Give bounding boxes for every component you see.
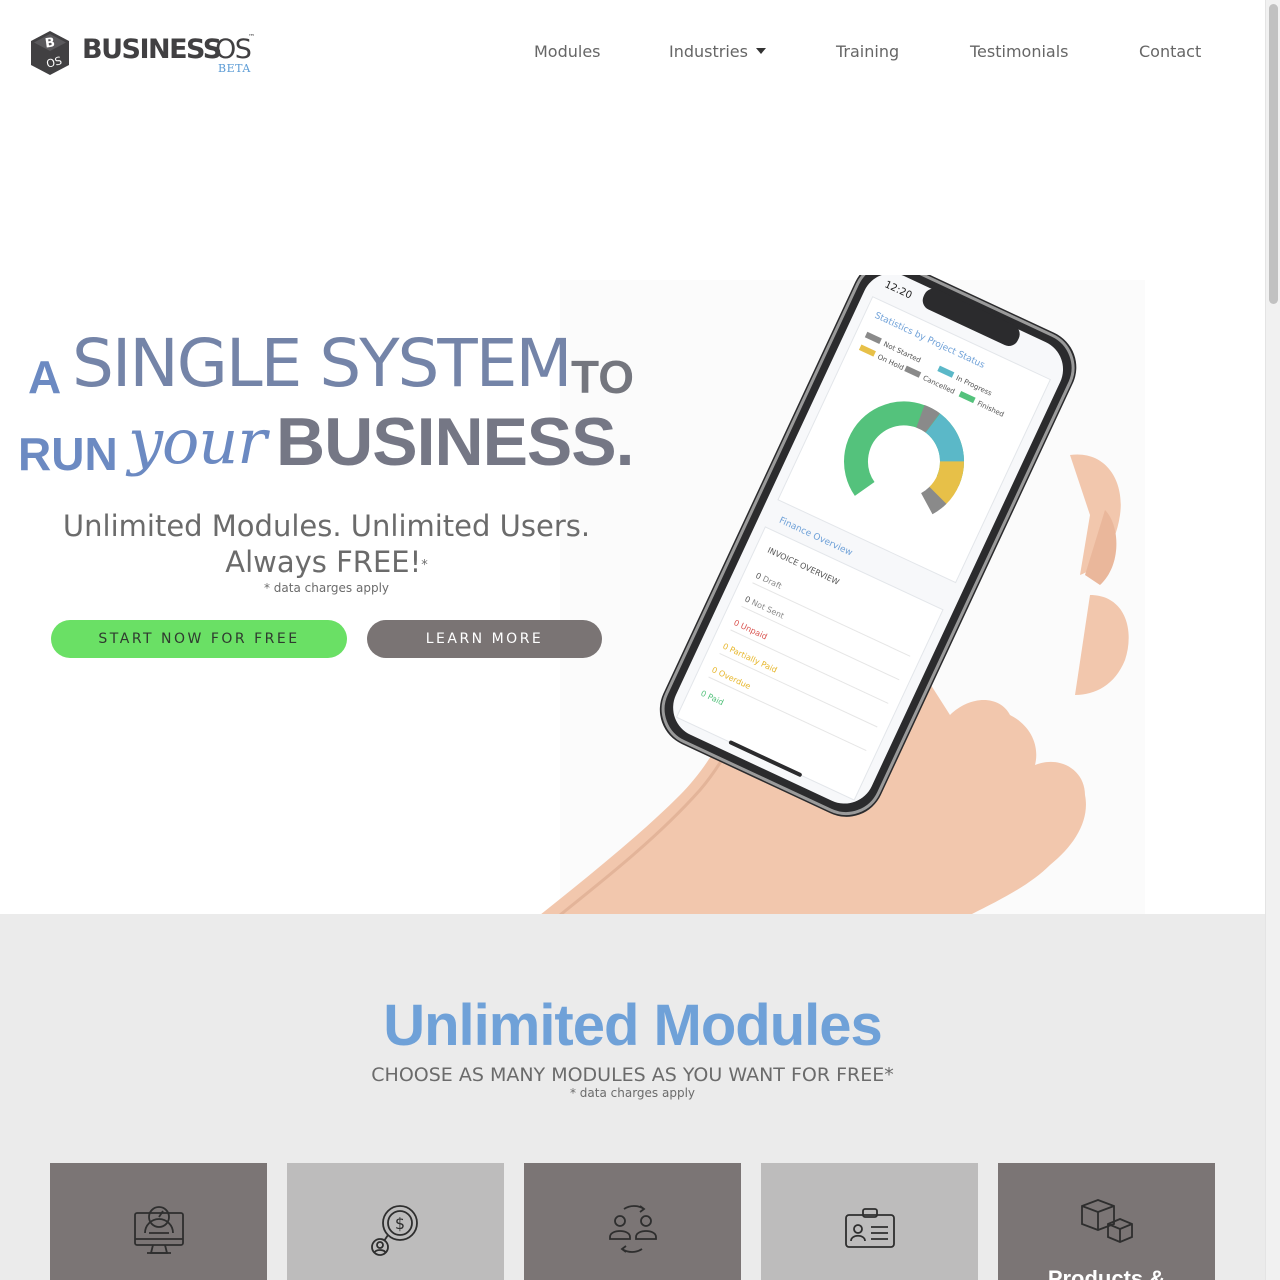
headline-run: RUN [18,428,118,480]
subheading-line-2-wrap: Always FREE!* [40,544,613,580]
nav-item-testimonials[interactable]: Testimonials [970,42,1069,61]
finance-user-icon: $ [370,1205,418,1256]
subheading-line-2: Always FREE! [225,545,422,579]
subheading-asterisk: * [421,558,428,573]
boxes-icon [1080,1199,1133,1243]
nav-item-training[interactable]: Training [836,42,899,61]
nav-item-industries[interactable]: Industries [669,42,766,61]
modules-subtitle: CHOOSE AS MANY MODULES AS YOU WANT FOR F… [371,1064,894,1086]
svg-text:$: $ [394,1214,404,1233]
modules-data-charges-note: * data charges apply [569,1086,696,1100]
dashboard-monitor-icon [133,1206,184,1254]
page: B OS BUSINESS OS ™ BETA Modules Industri… [0,0,1280,1280]
hero-headline: A SINGLE SYSTEM TO RUN your BUSINESS. [0,105,660,555]
module-card-hr[interactable] [761,1163,978,1280]
logo-trademark: ™ [248,33,255,41]
headline-your: your [128,405,267,478]
hero-section: 12:20 Statistics by Project Status Not S… [0,105,1265,914]
subheading-line-1: Unlimited Modules. Unlimited Users. [62,509,591,543]
page-scrollbar[interactable] [1265,0,1280,1280]
hero-subheading: Unlimited Modules. Unlimited Users. Alwa… [40,508,613,580]
nav-item-modules[interactable]: Modules [534,42,601,61]
learn-more-button[interactable]: LEARN MORE [367,620,602,658]
users-sync-icon [608,1205,657,1253]
nav-item-contact[interactable]: Contact [1139,42,1201,61]
start-now-button[interactable]: START NOW FOR FREE [51,620,347,658]
modules-title: Unlimited Modules [383,993,883,1058]
module-card-dashboard[interactable] [50,1163,267,1280]
caret-down-icon [755,47,766,54]
headline-to: TO [571,351,635,403]
module-card-products[interactable]: Products & [998,1163,1215,1280]
module-card-crm[interactable] [524,1163,741,1280]
hero-data-charges-note: * data charges apply [263,581,390,595]
module-card-finance[interactable]: $ [287,1163,504,1280]
headline-single-system: SINGLE SYSTEM [72,325,572,402]
id-card-icon [844,1208,895,1248]
modules-section: Unlimited Modules CHOOSE AS MANY MODULES… [0,914,1265,1280]
scrollbar-thumb[interactable] [1269,4,1278,304]
site-header: B OS BUSINESS OS ™ BETA Modules Industri… [0,0,1265,105]
headline-a: A [28,351,62,403]
nav-item-industries-label: Industries [669,42,748,61]
main-nav: Modules Industries Training Testimonials… [0,42,1265,66]
module-card-products-label: Products & [1047,1266,1166,1280]
headline-business: BUSINESS. [276,404,635,480]
